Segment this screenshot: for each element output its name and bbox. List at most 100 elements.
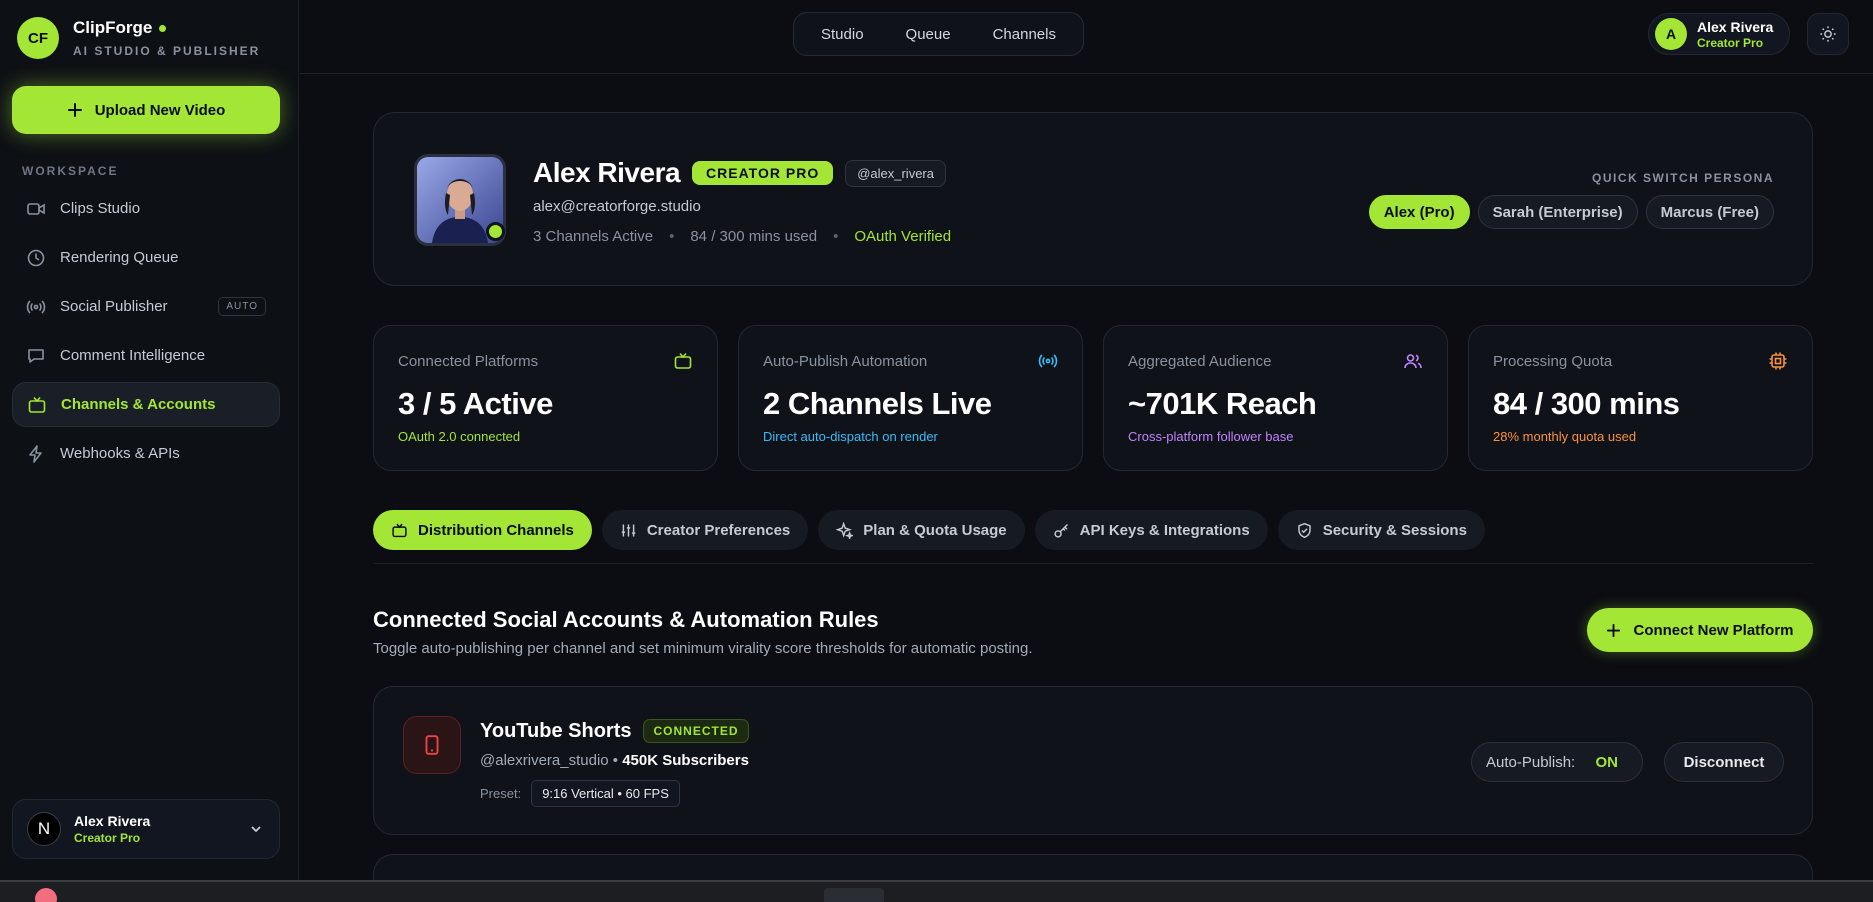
persona-sarah[interactable]: Sarah (Enterprise) — [1477, 195, 1638, 229]
tab-creator-preferences[interactable]: Creator Preferences — [601, 510, 809, 550]
avatar: N — [27, 812, 61, 846]
stat-sub: 28% monthly quota used — [1493, 429, 1637, 444]
channel-icon — [403, 716, 461, 774]
plan-badge: CREATOR PRO — [692, 161, 834, 185]
upload-new-video-button[interactable]: Upload New Video — [12, 86, 280, 134]
status-badge: CONNECTED — [643, 719, 749, 743]
stat-sub: Cross-platform follower base — [1128, 429, 1294, 444]
top-user-menu[interactable]: A Alex Rivera Creator Pro — [1648, 13, 1790, 55]
profile-name: Alex Rivera — [533, 157, 681, 188]
brand-logo: CF — [17, 17, 59, 59]
sidebar-item-label: Comment Intelligence — [60, 347, 206, 364]
video-camera-icon — [27, 202, 45, 215]
chat-icon — [28, 348, 44, 363]
channel-card-youtube-shorts: YouTube Shorts CONNECTED @alexrivera_stu… — [373, 686, 1813, 835]
connect-label: Connect New Platform — [1633, 621, 1794, 639]
online-status-icon — [486, 222, 505, 241]
user-name: Alex Rivera — [74, 813, 151, 829]
sparkle-icon — [836, 521, 854, 539]
sidebar-item-label: Social Publisher — [60, 298, 168, 315]
profile-meta: 3 Channels Active • 84 / 300 mins used •… — [533, 228, 951, 245]
brand-subtitle: AI STUDIO & PUBLISHER — [73, 44, 261, 58]
sidebar-item-label: Channels & Accounts — [61, 396, 216, 413]
channel-name: YouTube Shorts — [480, 719, 632, 742]
tab-security-sessions[interactable]: Security & Sessions — [1277, 510, 1485, 550]
stat-label: Processing Quota — [1493, 353, 1613, 370]
sidebar-item-social-publisher[interactable]: Social Publisher AUTO — [12, 284, 280, 329]
workspace-label: WORKSPACE — [22, 164, 119, 178]
taskbar-tab[interactable] — [824, 888, 884, 902]
sidebar-user-card[interactable]: N Alex Rivera Creator Pro — [12, 799, 280, 859]
key-icon — [1054, 523, 1068, 538]
preset-value[interactable]: 9:16 Vertical • 60 FPS — [531, 780, 680, 807]
theme-toggle-button[interactable] — [1807, 13, 1849, 55]
stat-label: Aggregated Audience — [1128, 353, 1272, 370]
plus-icon — [67, 103, 82, 117]
phone-icon — [425, 735, 439, 755]
section-subtitle: Toggle auto-publishing per channel and s… — [373, 640, 1033, 657]
stat-card-audience: Aggregated Audience ~701K Reach Cross-pl… — [1103, 325, 1448, 471]
oauth-status-text: OAuth Verified — [854, 228, 952, 245]
cpu-icon — [1769, 352, 1787, 370]
stat-value: 3 / 5 Active — [398, 386, 553, 421]
tab-label: Plan & Quota Usage — [863, 521, 1007, 539]
profile-email: alex@creatorforge.studio — [533, 198, 701, 215]
sidebar: CF ClipForge AI STUDIO & PUBLISHER Uploa… — [0, 0, 299, 880]
sidebar-item-comment-intelligence[interactable]: Comment Intelligence — [12, 333, 280, 378]
stat-label: Auto-Publish Automation — [763, 353, 928, 370]
channel-followers: 450K Subscribers — [622, 752, 749, 769]
auto-badge: AUTO — [218, 297, 266, 316]
persona-alex[interactable]: Alex (Pro) — [1368, 195, 1470, 229]
auto-publish-toggle[interactable]: Auto-Publish: ON — [1471, 742, 1643, 782]
upload-label: Upload New Video — [94, 101, 226, 119]
bolt-icon — [29, 444, 42, 463]
broadcast-icon — [1038, 354, 1058, 368]
section-title: Connected Social Accounts & Automation R… — [373, 607, 879, 632]
sidebar-item-label: Clips Studio — [60, 200, 141, 217]
preset-label: Preset: — [480, 786, 522, 801]
app-icon[interactable] — [35, 888, 57, 902]
top-tab-queue[interactable]: Queue — [885, 26, 972, 43]
tab-plan-quota-usage[interactable]: Plan & Quota Usage — [818, 510, 1025, 550]
separator-dot: • — [833, 228, 839, 245]
stat-value: ~701K Reach — [1128, 386, 1317, 421]
stat-value: 84 / 300 mins — [1493, 386, 1680, 421]
sidebar-item-clips-studio[interactable]: Clips Studio — [12, 186, 280, 231]
stat-card-processing-quota: Processing Quota 84 / 300 mins 28% month… — [1468, 325, 1813, 471]
stat-sub: OAuth 2.0 connected — [398, 429, 521, 444]
meta-separator: • — [608, 752, 623, 769]
clock-icon — [27, 249, 45, 266]
top-tab-studio[interactable]: Studio — [800, 26, 885, 43]
user-plan: Creator Pro — [1697, 35, 1764, 50]
tab-label: API Keys & Integrations — [1079, 521, 1250, 539]
sliders-icon — [621, 524, 636, 536]
shield-icon — [1297, 522, 1311, 538]
top-nav: Studio Queue Channels — [793, 12, 1084, 56]
avatar: A — [1655, 18, 1687, 50]
tab-api-keys-integrations[interactable]: API Keys & Integrations — [1034, 510, 1268, 550]
brand-name: ClipForge — [73, 18, 153, 37]
sidebar-item-channels-accounts[interactable]: Channels & Accounts — [12, 382, 280, 427]
minutes-used-text: 84 / 300 mins used — [690, 228, 818, 245]
users-icon — [1404, 354, 1422, 369]
connect-new-platform-button[interactable]: Connect New Platform — [1587, 608, 1813, 652]
sidebar-item-label: Rendering Queue — [60, 249, 179, 266]
brand[interactable]: CF ClipForge AI STUDIO & PUBLISHER — [17, 17, 260, 59]
online-dot-icon — [159, 24, 167, 32]
persona-switcher: Alex (Pro) Sarah (Enterprise) Marcus (Fr… — [1368, 195, 1774, 229]
channels-active-text: 3 Channels Active — [533, 228, 654, 245]
tab-distribution-channels[interactable]: Distribution Channels — [373, 510, 592, 550]
top-bar: Studio Queue Channels A Alex Rivera Crea… — [300, 0, 1873, 74]
stat-sub: Direct auto-dispatch on render — [763, 429, 938, 444]
sidebar-item-webhooks-apis[interactable]: Webhooks & APIs — [12, 431, 280, 476]
quick-switch-label: QUICK SWITCH PERSONA — [1591, 171, 1774, 185]
profile-handle: @alex_rivera — [845, 159, 946, 187]
persona-marcus[interactable]: Marcus (Free) — [1645, 195, 1774, 229]
top-tab-channels[interactable]: Channels — [972, 26, 1077, 43]
chevron-down-icon[interactable] — [249, 822, 263, 836]
disconnect-button[interactable]: Disconnect — [1664, 742, 1784, 782]
os-taskbar — [0, 880, 1873, 902]
sidebar-item-rendering-queue[interactable]: Rendering Queue — [12, 235, 280, 280]
tv-icon — [28, 396, 46, 413]
tab-label: Distribution Channels — [418, 521, 574, 539]
